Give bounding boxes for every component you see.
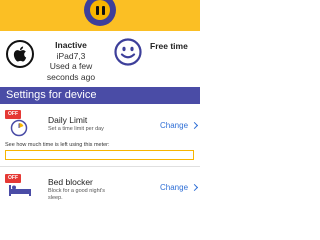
device-status: Inactive	[55, 40, 87, 50]
divider	[0, 166, 200, 167]
daily-limit-change-button[interactable]: Change	[160, 121, 199, 130]
daily-limit-title: Daily Limit	[48, 115, 88, 125]
bed-blocker-change-button[interactable]: Change	[160, 183, 199, 192]
apple-logo-icon	[13, 46, 27, 62]
mode-label: Free time	[150, 41, 188, 51]
daily-limit-subtitle: Set a time limit per day	[48, 126, 104, 132]
apple-icon	[6, 40, 34, 68]
device-info: Inactive iPad7,3 Used a few seconds ago	[40, 40, 102, 82]
bed-blocker-off-badge: OFF	[5, 174, 21, 183]
meter-label: See how much time is left using this met…	[5, 142, 110, 148]
pause-icon	[95, 5, 99, 15]
pause-button[interactable]	[90, 0, 110, 20]
time-left-meter	[5, 150, 194, 160]
device-name: iPad7,3	[56, 50, 86, 61]
bed-blocker-change-label: Change	[160, 183, 189, 192]
bed-icon	[9, 185, 31, 196]
bed-blocker-subtitle: Block for a good night's sleep.	[48, 188, 106, 201]
smiley-icon	[114, 38, 142, 66]
daily-limit-change-label: Change	[160, 121, 189, 130]
daily-limit-icon	[10, 119, 28, 137]
chevron-right-icon	[190, 183, 199, 192]
device-last-used: Used a few seconds ago	[46, 61, 96, 82]
section-header: Settings for device	[0, 87, 200, 104]
chevron-right-icon	[190, 121, 199, 130]
pause-icon-bar	[101, 5, 105, 15]
bed-blocker-title: Bed blocker	[48, 177, 93, 187]
